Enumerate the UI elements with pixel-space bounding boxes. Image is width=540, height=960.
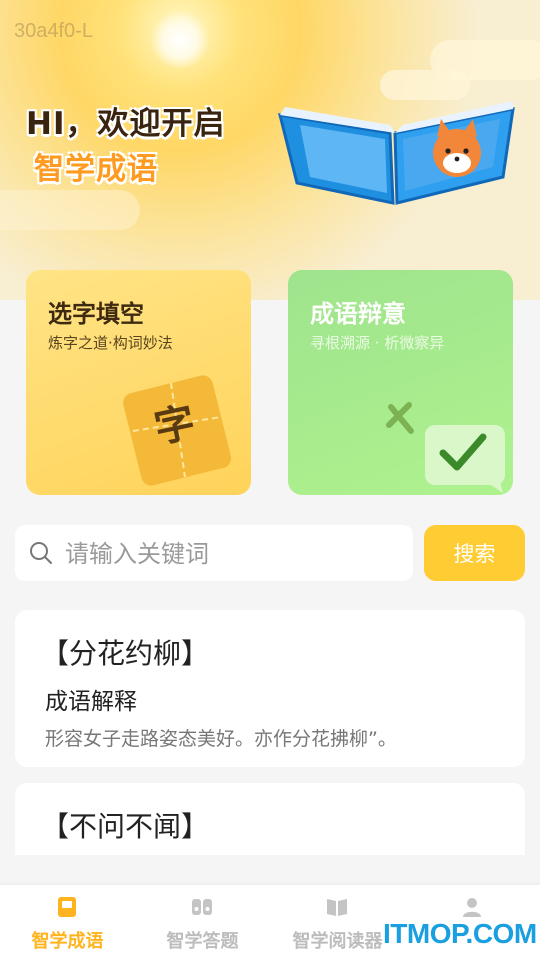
tab-label: 智学答题 bbox=[166, 931, 239, 952]
idiom-section-label: 成语解释 bbox=[45, 689, 137, 715]
idiom-description: 形容女子走路姿态美好。亦作分花拂柳”。 bbox=[45, 728, 397, 750]
reader-icon bbox=[327, 899, 347, 916]
tab-idioms[interactable]: 智学成语 bbox=[0, 885, 135, 960]
sun-decoration bbox=[150, 10, 210, 70]
card-subtitle: 炼字之道·构词妙法 bbox=[48, 334, 173, 352]
hero-banner: 30a4f0-L HI，欢迎开启 智学成语 bbox=[0, 0, 540, 300]
idiom-result-card[interactable]: 【不问不闻】 bbox=[15, 783, 525, 855]
open-book-illustration-icon bbox=[277, 101, 515, 205]
search-icon bbox=[30, 542, 52, 564]
search-box bbox=[15, 525, 413, 581]
book-icon bbox=[58, 897, 76, 917]
search-button[interactable]: 搜索 bbox=[424, 525, 525, 581]
check-mark-bubble-icon bbox=[386, 402, 505, 493]
overlay-code: 30a4f0-L bbox=[14, 20, 93, 42]
cloud-decoration bbox=[0, 190, 140, 230]
site-watermark: ITMOP.COM bbox=[383, 918, 537, 949]
fill-character-card[interactable]: 选字填空 炼字之道·构词妙法 字 bbox=[26, 270, 251, 495]
idiom-title: 【不问不闻】 bbox=[41, 810, 210, 843]
card-title: 选字填空 bbox=[48, 300, 144, 328]
idiom-title: 【分花约柳】 bbox=[41, 637, 210, 670]
card-title: 成语辩意 bbox=[310, 300, 406, 328]
profile-icon bbox=[463, 898, 481, 917]
hero-headline: HI，欢迎开启 bbox=[26, 106, 226, 142]
idiom-meaning-card[interactable]: 成语辩意 寻根溯源 · 析微察异 bbox=[288, 270, 513, 495]
hero-subheadline: 智学成语 bbox=[34, 152, 158, 187]
tab-label: 智学成语 bbox=[31, 931, 104, 952]
idiom-result-card[interactable]: 【分花约柳】 成语解释 形容女子走路姿态美好。亦作分花拂柳”。 bbox=[15, 610, 525, 767]
tab-quiz[interactable]: 智学答题 bbox=[135, 885, 270, 960]
quiz-icon bbox=[192, 899, 212, 915]
search-input[interactable] bbox=[63, 535, 407, 573]
card-subtitle: 寻根溯源 · 析微察异 bbox=[310, 334, 445, 352]
